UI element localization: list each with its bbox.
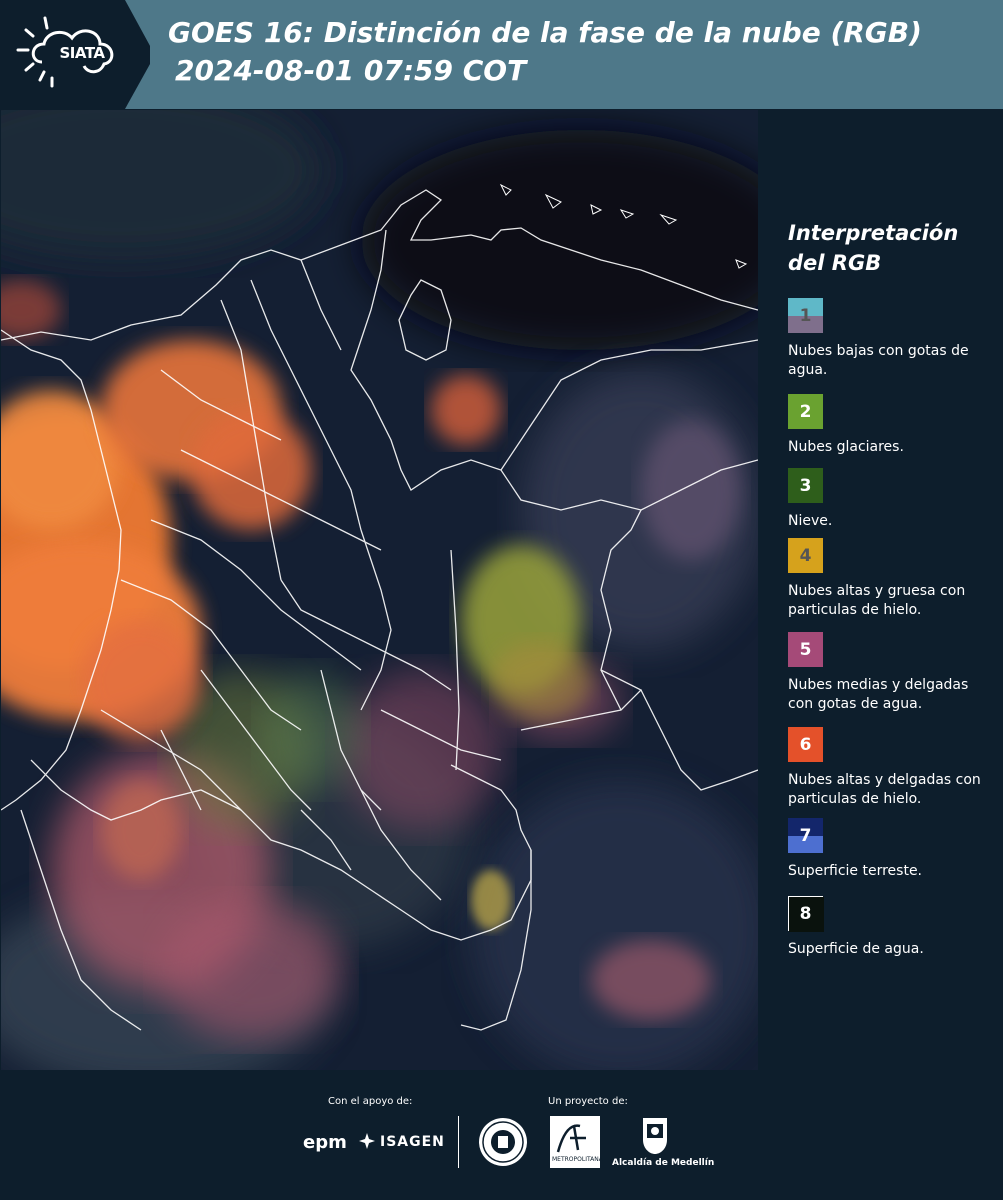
legend-label: Nubes glaciares. xyxy=(788,439,904,455)
legend-number: 8 xyxy=(799,903,812,924)
legend-number: 5 xyxy=(799,639,812,660)
legend-label: Nubes altas y delgadas con particulas de… xyxy=(788,772,981,807)
isagen-logo: ISAGEN xyxy=(380,1134,445,1150)
legend-number: 4 xyxy=(799,545,812,566)
epm-logo: epm xyxy=(303,1132,347,1153)
legend-number: 3 xyxy=(799,475,812,496)
legend-item: 7 Superficie terreste. xyxy=(788,818,993,881)
legend-swatch: 2 xyxy=(788,394,823,429)
legend-swatch: 3 xyxy=(788,468,823,503)
legend-label: Superficie terreste. xyxy=(788,863,923,879)
legend-label: Superficie de agua. xyxy=(788,941,924,957)
legend-item: 5 Nubes medias y delgadas con gotas de ag… xyxy=(788,632,993,714)
university-seal-icon xyxy=(478,1116,528,1172)
legend-item: 3 Nieve. xyxy=(788,468,993,531)
siata-logo: SIATA xyxy=(0,0,150,109)
project-label: Un proyecto de: xyxy=(548,1096,628,1107)
legend-item: 1 Nubes bajas con gotas de agua. xyxy=(788,298,993,380)
support-label: Con el apoyo de: xyxy=(328,1096,413,1107)
legend-label: Nubes altas y gruesa con particulas de h… xyxy=(788,583,966,618)
legend-number: 7 xyxy=(799,825,812,846)
legend-title-line1: Interpretación xyxy=(788,221,959,245)
legend-swatch: 1 xyxy=(788,298,823,333)
legend-swatch: 6 xyxy=(788,727,823,762)
siata-logo-text: SIATA xyxy=(59,44,105,62)
page-timestamp: 2024-08-01 07:59 COT xyxy=(175,54,527,87)
legend-item: 4 Nubes altas y gruesa con particulas de … xyxy=(788,538,993,620)
legend-title-line2: del RGB xyxy=(788,251,882,275)
legend-title: Interpretación del RGB xyxy=(788,218,958,278)
legend-swatch: 7 xyxy=(788,818,823,853)
legend-item: 6 Nubes altas y delgadas con particulas d… xyxy=(788,727,993,809)
satellite-map xyxy=(1,110,758,1070)
legend-item: 8 Superficie de agua. xyxy=(788,896,993,959)
area-metropolitana-label: METROPOLITANA xyxy=(552,1156,603,1163)
legend-label: Nubes bajas con gotas de agua. xyxy=(788,343,969,378)
footer-divider xyxy=(458,1116,459,1168)
legend-label: Nubes medias y delgadas con gotas de agu… xyxy=(788,677,969,712)
page-title: GOES 16: Distinción de la fase de la nub… xyxy=(168,16,922,49)
legend-number: 6 xyxy=(799,734,812,755)
legend-panel: Interpretación del RGB 1 Nubes bajas con … xyxy=(760,110,1003,1070)
legend-swatch: 4 xyxy=(788,538,823,573)
isagen-icon xyxy=(358,1132,376,1154)
alcaldia-shield-icon xyxy=(641,1116,669,1160)
legend-number: 1 xyxy=(799,305,812,326)
legend-label: Nieve. xyxy=(788,513,833,529)
alcaldia-label: Alcaldía de Medellín xyxy=(612,1158,715,1168)
header-bar: SIATA GOES 16: Distinción de la fase de … xyxy=(0,0,1003,109)
legend-swatch: 8 xyxy=(788,896,824,932)
footer: Con el apoyo de: Un proyecto de: epm ISA… xyxy=(0,1070,1003,1200)
legend-number: 2 xyxy=(799,401,812,422)
legend-swatch: 5 xyxy=(788,632,823,667)
legend-item: 2 Nubes glaciares. xyxy=(788,394,993,457)
